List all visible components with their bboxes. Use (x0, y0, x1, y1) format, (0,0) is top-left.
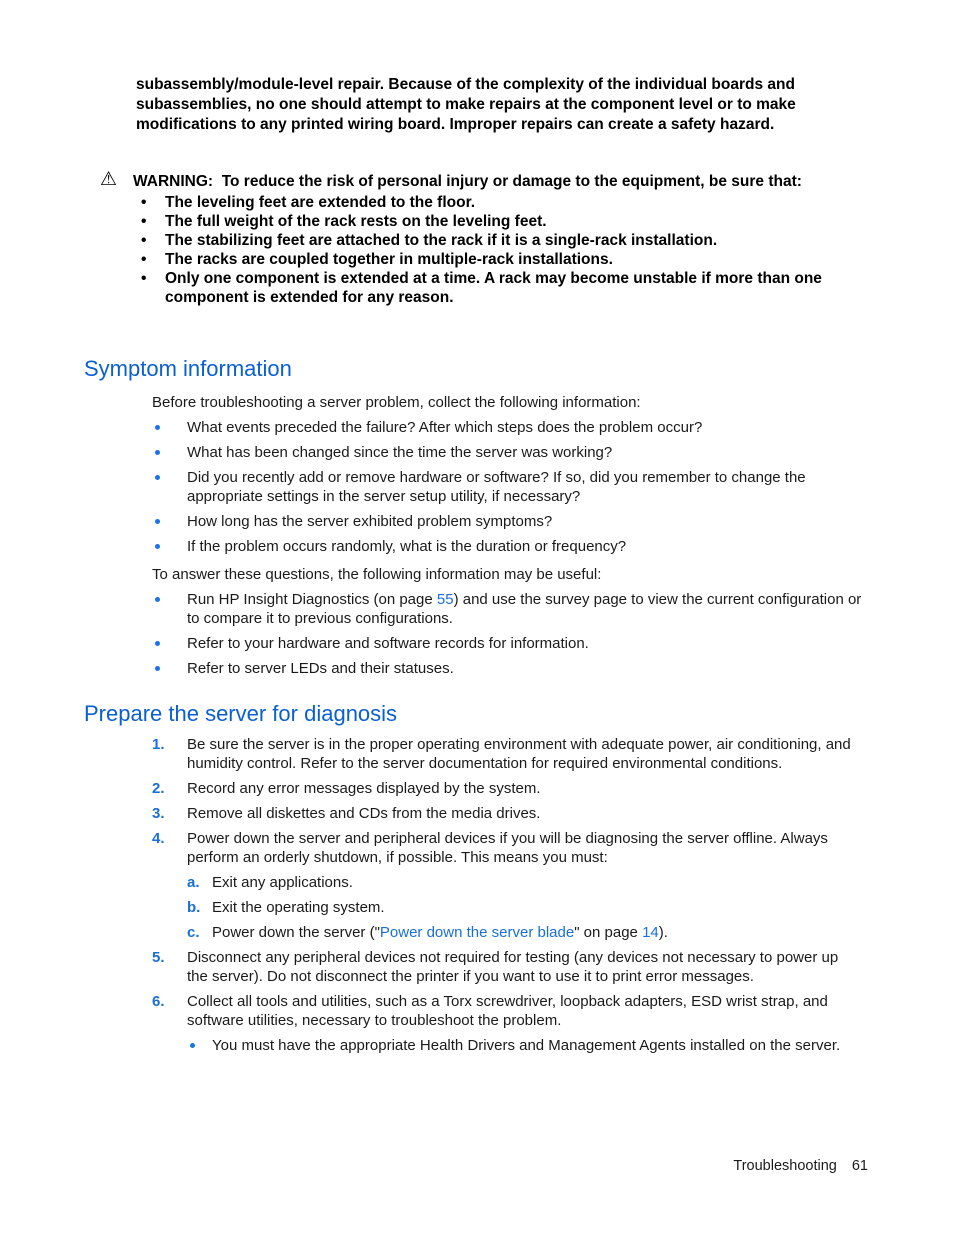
list-item: What events preceded the failure? After … (152, 418, 862, 437)
step-number: 3. (152, 805, 165, 822)
substep-item: b. Exit the operating system. (187, 899, 385, 916)
symptom-questions-list: What events preceded the failure? After … (152, 418, 862, 562)
step-item: 6. Collect all tools and utilities, such … (152, 992, 862, 1055)
bullet-icon: • (141, 213, 147, 230)
bullet-icon (190, 1043, 195, 1048)
bullet-icon: • (141, 270, 147, 287)
warning-item: • The stabilizing feet are attached to th… (141, 232, 718, 249)
step-number: 2. (152, 780, 165, 797)
step-item: 3. Remove all diskettes and CDs from the … (152, 805, 541, 822)
list-item: What has been changed since the time the… (152, 443, 862, 462)
warning-item: • The full weight of the rack rests on th… (141, 213, 547, 230)
list-item: Did you recently add or remove hardware … (152, 468, 862, 506)
warning-text: WARNING: To reduce the risk of personal … (100, 172, 880, 192)
useful-info-list: Run HP Insight Diagnostics (on page 55) … (152, 590, 862, 684)
warning-block: ⚠ WARNING: To reduce the risk of persona… (100, 169, 880, 307)
step-number: 1. (152, 736, 165, 753)
bullet-icon (155, 475, 160, 480)
warning-item: • The leveling feet are extended to the f… (141, 194, 476, 211)
list-item: Refer to server LEDs and their statuses. (152, 659, 862, 678)
bullet-icon (155, 425, 160, 430)
step-item: 2. Record any error messages displayed by… (152, 780, 541, 797)
list-item: You must have the appropriate Health Dri… (187, 1036, 862, 1055)
step-item: 4. Power down the server and peripheral d… (152, 829, 862, 942)
substep-letter: b. (187, 899, 201, 916)
bullet-icon: • (141, 251, 147, 268)
intro-paragraph: subassembly/module-level repair. Because… (136, 76, 796, 133)
substeps-list: a. Exit any applications. b. Exit the oper… (187, 873, 862, 942)
step-number: 5. (152, 949, 165, 966)
bullet-icon (155, 641, 160, 646)
step-number: 4. (152, 830, 165, 847)
substep-item: c. Power down the server ("Power down the… (187, 924, 668, 941)
page-link-55[interactable]: 55 (437, 591, 454, 608)
symptom-intro-2: To answer these questions, the following… (152, 566, 602, 583)
substep-letter: c. (187, 924, 200, 941)
warning-triangle-icon: ⚠ (100, 169, 118, 190)
bullet-icon (155, 666, 160, 671)
bullet-icon (155, 544, 160, 549)
bullet-icon (155, 597, 160, 602)
warning-list: • The leveling feet are extended to the f… (100, 193, 880, 307)
prepare-steps-list: 1. Be sure the server is in the proper op… (152, 735, 862, 1061)
page-link-14[interactable]: 14 (642, 924, 659, 941)
step-item: 1. Be sure the server is in the proper op… (152, 736, 851, 772)
prepare-heading: Prepare the server for diagnosis (84, 701, 398, 726)
footer-section: Troubleshooting (733, 1158, 837, 1174)
symptom-heading: Symptom information (84, 356, 292, 381)
page-number: 61 (851, 1158, 868, 1174)
power-down-blade-link[interactable]: Power down the server blade (380, 924, 574, 941)
substep-letter: a. (187, 874, 200, 891)
bullet-icon: • (141, 232, 147, 249)
step6-bullet-list: You must have the appropriate Health Dri… (187, 1036, 862, 1055)
bullet-icon (155, 519, 160, 524)
list-item: How long has the server exhibited proble… (152, 512, 862, 531)
warning-message: To reduce the risk of personal injury or… (221, 173, 802, 190)
warning-item: • Only one component is extended at a tim… (141, 270, 822, 306)
bullet-icon (155, 450, 160, 455)
warning-item: • The racks are coupled together in multi… (141, 251, 613, 268)
list-item: If the problem occurs randomly, what is … (152, 537, 862, 556)
step-number: 6. (152, 993, 165, 1010)
page-footer: Troubleshooting 61 (733, 1158, 868, 1174)
substep-item: a. Exit any applications. (187, 874, 353, 891)
symptom-intro: Before troubleshooting a server problem,… (152, 394, 641, 411)
warning-label: WARNING: (133, 173, 214, 190)
step-item: 5. Disconnect any peripheral devices not … (152, 949, 839, 985)
list-item: Refer to your hardware and software reco… (152, 634, 862, 653)
list-item: Run HP Insight Diagnostics (on page 55) … (152, 590, 862, 628)
bullet-icon: • (141, 194, 147, 211)
